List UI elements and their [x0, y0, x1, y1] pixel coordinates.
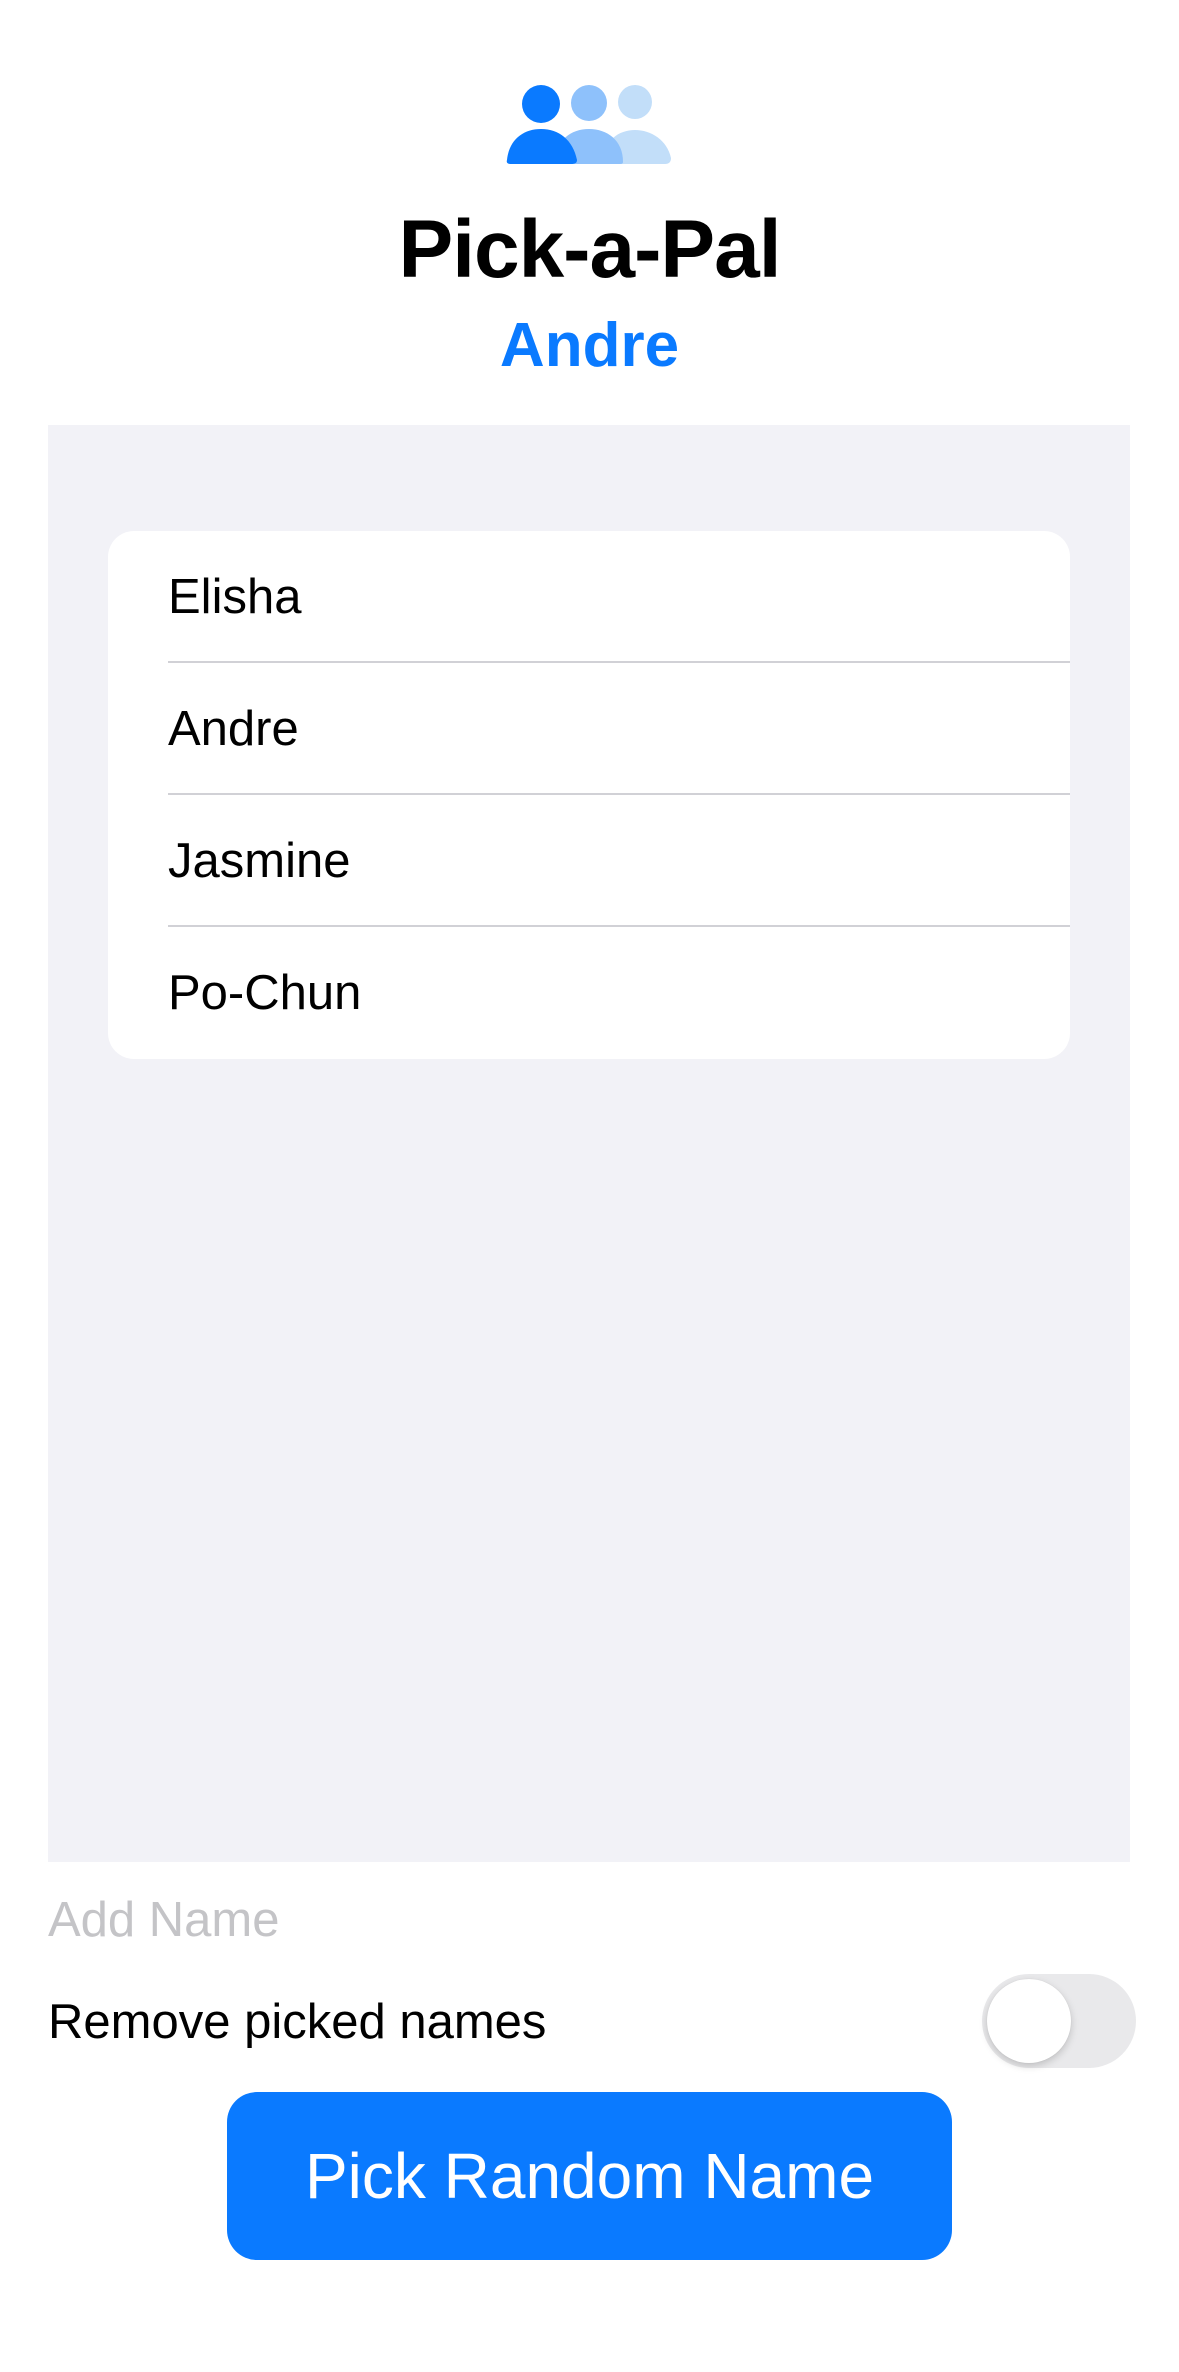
- list-item-label: Andre: [168, 702, 299, 756]
- list-item-label: Elisha: [168, 570, 302, 624]
- names-list-area[interactable]: Elisha Andre Jasmine Po-Chun: [48, 425, 1130, 1862]
- remove-picked-names-toggle[interactable]: [982, 1974, 1136, 2068]
- remove-picked-names-label: Remove picked names: [48, 1995, 547, 2049]
- pick-random-name-button[interactable]: Pick Random Name: [227, 2092, 952, 2260]
- pick-a-pal-screen: Pick-a-Pal Andre Elisha Andre Jasmine Po…: [0, 0, 1179, 2372]
- app-title: Pick-a-Pal: [398, 204, 782, 295]
- toggle-knob: [987, 1979, 1071, 2063]
- picked-name: Andre: [499, 311, 680, 380]
- list-item[interactable]: Jasmine: [108, 795, 1070, 927]
- names-list: Elisha Andre Jasmine Po-Chun: [108, 531, 1070, 1059]
- list-item[interactable]: Po-Chun: [108, 927, 1070, 1059]
- add-name-field[interactable]: [48, 1880, 1130, 1960]
- person-3-fill-icon: [506, 85, 671, 164]
- list-item[interactable]: Elisha: [108, 531, 1070, 663]
- list-item-label: Po-Chun: [168, 966, 362, 1020]
- list-item[interactable]: Andre: [108, 663, 1070, 795]
- list-item-label: Jasmine: [168, 834, 351, 888]
